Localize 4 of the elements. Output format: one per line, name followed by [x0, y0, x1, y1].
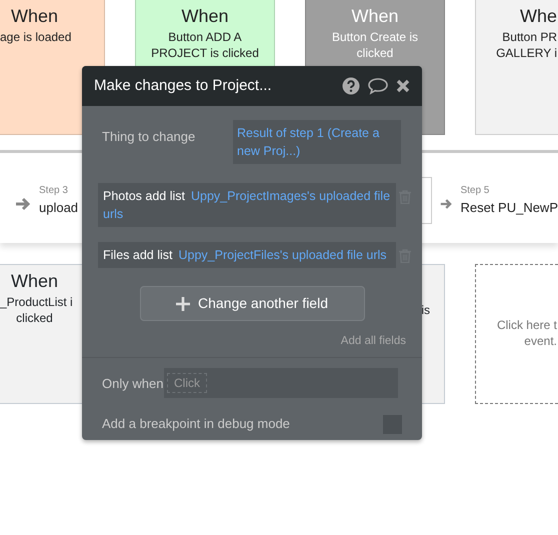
step-label: Step 5 — [460, 184, 490, 198]
step-label: Step 3 — [39, 184, 69, 198]
breakpoint-label: Add a breakpoint in debug mode — [102, 415, 290, 434]
field-label: Thing to change — [102, 128, 196, 146]
